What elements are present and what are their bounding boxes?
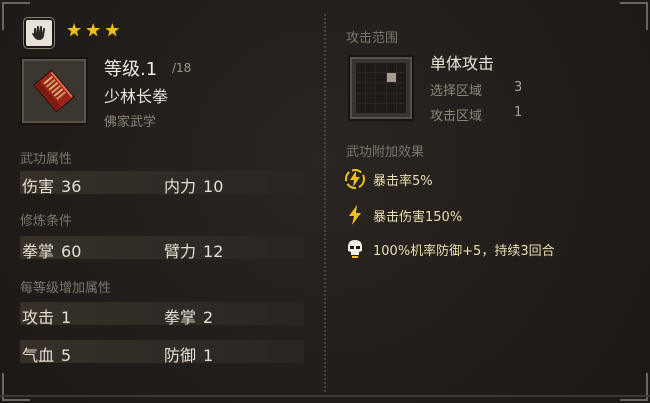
per-level-title: 每等级增加属性 (20, 281, 112, 296)
skill-detail-panel: ★ ★ ★ 等级.1 /18 少林长拳 佛家武学 武功属性 伤害 36 内力 10 (0, 0, 650, 403)
grid-cell (396, 103, 406, 113)
grid-cell-target (386, 73, 396, 83)
attack-area-label: 攻击区域 (430, 109, 483, 124)
grid-cell (366, 103, 376, 113)
grid-cell (356, 63, 366, 73)
range-title: 攻击范围 (346, 31, 399, 46)
skill-school: 佛家武学 (104, 115, 157, 130)
attack-area-value: 1 (514, 105, 523, 120)
stat-internal-power: 内力 10 (164, 177, 224, 196)
skill-level: 等级.1 (104, 59, 158, 80)
grid-cell (396, 93, 406, 103)
grid-cell (376, 103, 386, 113)
requirements-row: 拳掌 60 臂力 12 (20, 236, 304, 261)
effect-text: 100%机率防御+5，持续3回合 (373, 243, 555, 259)
skill-book-slot (20, 57, 88, 125)
lightning-circle-icon (344, 168, 366, 190)
star-icon: ★ (66, 20, 83, 41)
per-level-row-1: 攻击 1 拳掌 2 (20, 302, 304, 327)
per-level-attack: 攻击 1 (22, 308, 72, 327)
effect-text: 暴击伤害150% (373, 209, 463, 225)
star-rating: ★ ★ ★ (66, 21, 120, 41)
grid-cell (356, 103, 366, 113)
select-area-value: 3 (514, 80, 523, 95)
grid-cell (396, 73, 406, 83)
per-level-row-2: 气血 5 防御 1 (20, 340, 304, 365)
grid-cell (386, 63, 396, 73)
grid-cell (356, 73, 366, 83)
per-level-defense: 防御 1 (164, 346, 214, 365)
grid-cell (386, 103, 396, 113)
frame-corner (620, 2, 648, 30)
attack-range-grid (348, 55, 414, 121)
per-level-fist: 拳掌 2 (164, 308, 214, 327)
grid-cell (376, 63, 386, 73)
req-strength: 臂力 12 (164, 242, 224, 261)
effect-text: 暴击率5% (373, 173, 433, 189)
skill-max-level: /18 (172, 61, 192, 75)
star-icon: ★ (85, 20, 102, 41)
grid-cell (376, 93, 386, 103)
grid-cell (396, 83, 406, 93)
hand-palm-icon (24, 18, 54, 48)
grid-cell (366, 93, 376, 103)
grid-cell (366, 83, 376, 93)
grid-cell (376, 83, 386, 93)
select-area-label: 选择区域 (430, 84, 483, 99)
range-grid (356, 63, 406, 113)
stat-damage: 伤害 36 (22, 177, 82, 196)
star-icon: ★ (104, 20, 121, 41)
lightning-icon (344, 204, 366, 226)
red-book-icon (33, 69, 75, 113)
per-level-hp: 气血 5 (22, 346, 72, 365)
grid-cell (386, 93, 396, 103)
grid-cell (396, 63, 406, 73)
grid-cell (386, 83, 396, 93)
attributes-title: 武功属性 (20, 152, 73, 167)
grid-cell (376, 73, 386, 83)
range-type: 单体攻击 (430, 54, 495, 73)
grid-cell (356, 83, 366, 93)
requirements-title: 修炼条件 (20, 214, 73, 229)
column-divider (324, 14, 326, 392)
bottom-divider (0, 395, 650, 397)
grid-cell (366, 63, 376, 73)
skill-name: 少林长拳 (104, 87, 169, 106)
skull-icon (344, 238, 366, 260)
effect-item: 100%机率防御+5，持续3回合 (344, 238, 555, 260)
attributes-row: 伤害 36 内力 10 (20, 171, 304, 196)
effect-item: 暴击率5% (344, 168, 433, 190)
effect-item: 暴击伤害150% (344, 204, 462, 226)
req-fist: 拳掌 60 (22, 242, 82, 261)
grid-cell (366, 73, 376, 83)
effects-title: 武功附加效果 (346, 145, 425, 160)
grid-cell (356, 93, 366, 103)
